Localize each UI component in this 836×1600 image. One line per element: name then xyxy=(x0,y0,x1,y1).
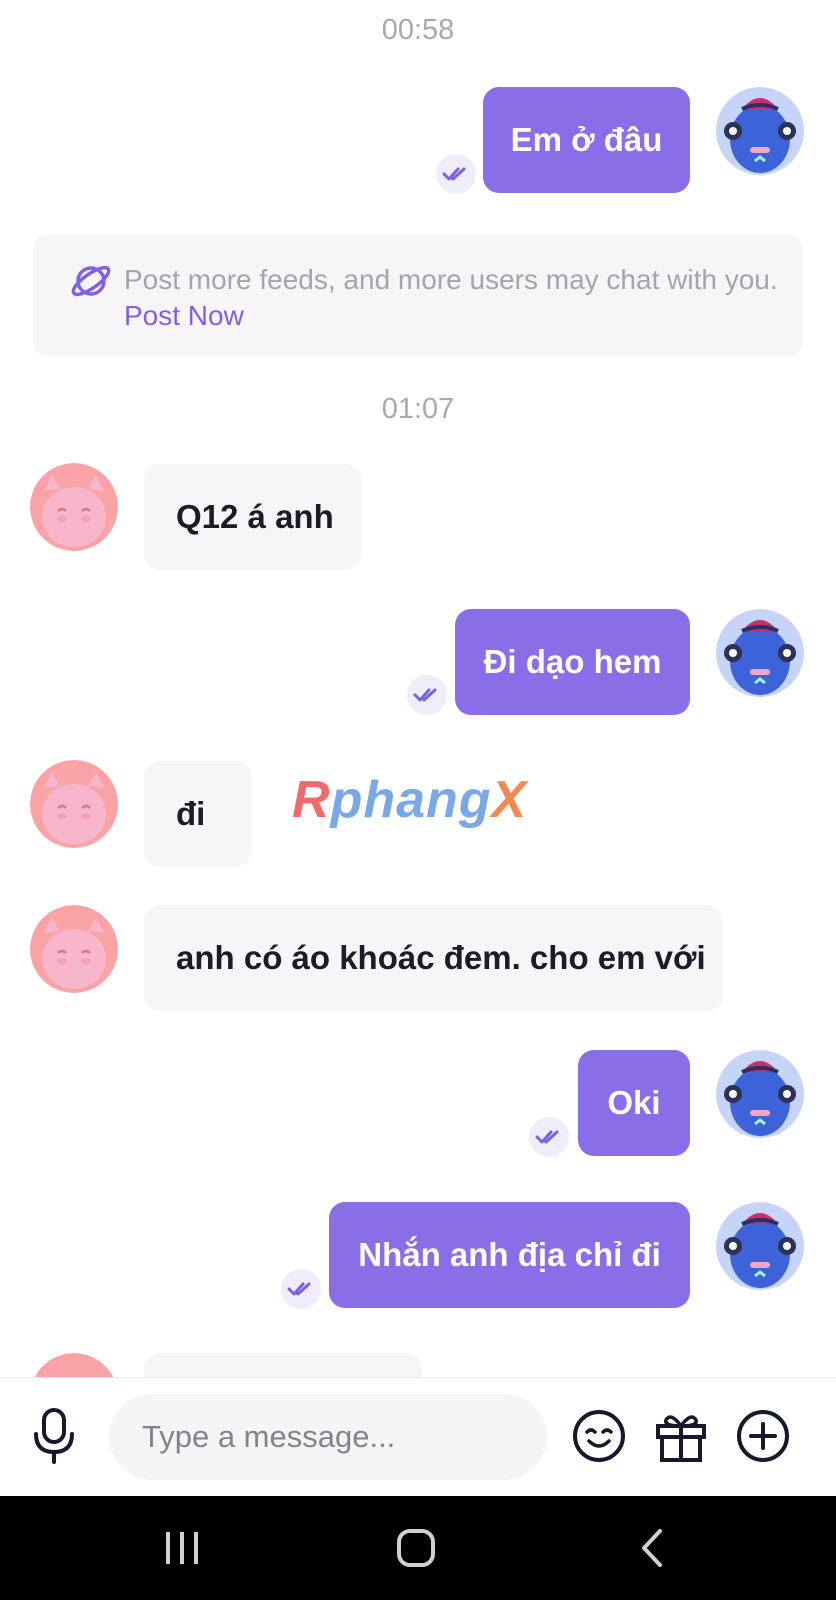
recent-apps-icon[interactable] xyxy=(164,1528,200,1573)
outgoing-message[interactable]: Oki xyxy=(578,1050,690,1156)
microphone-icon[interactable] xyxy=(26,1406,82,1464)
post-feeds-notice: Post more feeds, and more users may chat… xyxy=(33,234,803,357)
notice-message: Post more feeds, and more users may chat… xyxy=(124,264,778,295)
outgoing-message[interactable]: Đi dạo hem xyxy=(455,609,690,715)
contact-avatar[interactable] xyxy=(30,463,118,551)
read-receipt-icon xyxy=(407,675,447,715)
contact-avatar[interactable] xyxy=(30,1353,118,1377)
incoming-message[interactable]: anh có áo khoác đem. cho em với xyxy=(144,905,723,1011)
add-circle-icon[interactable] xyxy=(735,1408,791,1464)
watermark-logo: RphangX xyxy=(292,770,527,830)
message-composer xyxy=(0,1377,836,1497)
planet-icon xyxy=(70,260,112,307)
watermark-part: phang xyxy=(330,771,492,829)
contact-avatar[interactable] xyxy=(30,760,118,848)
message-input[interactable] xyxy=(109,1394,547,1480)
read-receipt-icon xyxy=(281,1269,321,1309)
watermark-part: X xyxy=(491,771,528,829)
my-avatar[interactable] xyxy=(716,1050,804,1138)
system-navigation-bar xyxy=(0,1496,836,1600)
my-avatar[interactable] xyxy=(716,1202,804,1290)
my-avatar[interactable] xyxy=(716,87,804,175)
back-icon[interactable] xyxy=(638,1528,666,1573)
incoming-message[interactable] xyxy=(144,1353,422,1377)
post-now-link[interactable]: Post Now xyxy=(124,300,244,331)
chat-history[interactable]: 00:58 Em ở đâu Post more feeds, and more… xyxy=(0,0,836,1377)
incoming-message[interactable]: Q12 á anh xyxy=(144,464,362,570)
outgoing-message[interactable]: Nhắn anh địa chỉ đi xyxy=(329,1202,690,1308)
timestamp: 01:07 xyxy=(381,393,455,425)
timestamp: 00:58 xyxy=(381,14,455,46)
home-icon[interactable] xyxy=(396,1528,436,1573)
contact-avatar[interactable] xyxy=(30,905,118,993)
read-receipt-icon xyxy=(529,1117,569,1157)
read-receipt-icon xyxy=(436,154,476,194)
emoji-icon[interactable] xyxy=(571,1408,627,1464)
gift-icon[interactable] xyxy=(653,1408,709,1464)
watermark-part: R xyxy=(292,771,331,829)
my-avatar[interactable] xyxy=(716,609,804,697)
outgoing-message[interactable]: Em ở đâu xyxy=(483,87,690,193)
notice-text: Post more feeds, and more users may chat… xyxy=(124,262,784,334)
incoming-message[interactable]: đi xyxy=(144,761,252,867)
